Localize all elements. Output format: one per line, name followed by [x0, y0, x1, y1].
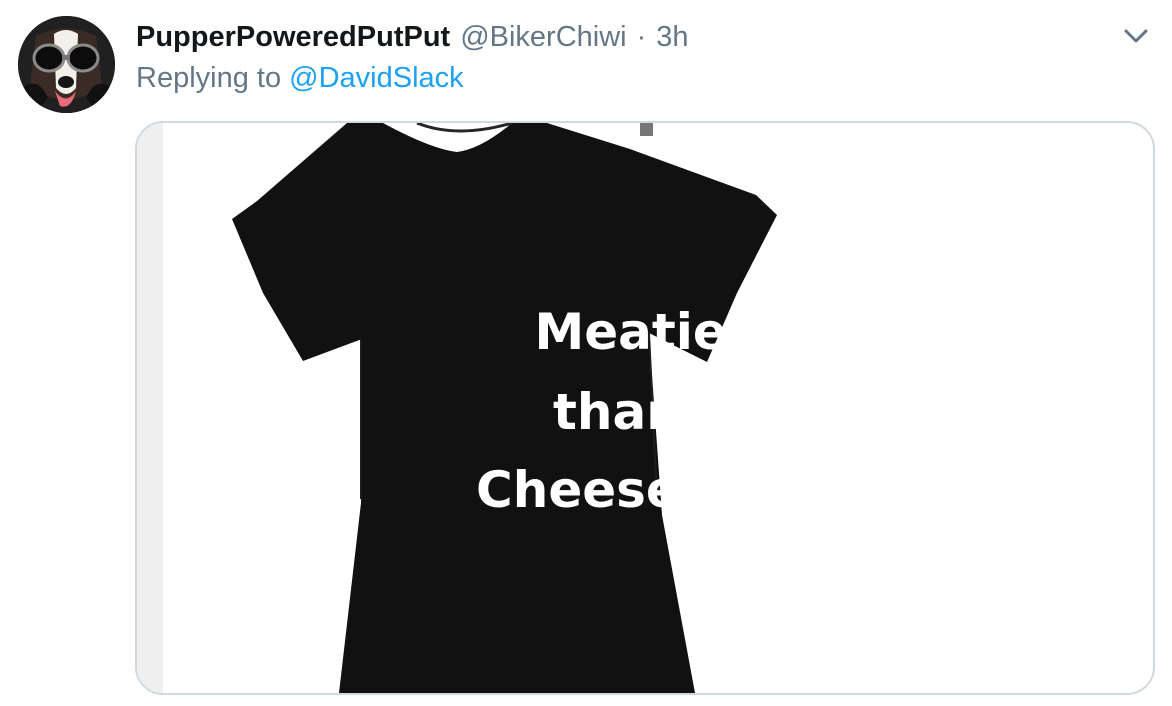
tweet-header: PupperPoweredPutPut @BikerChiwi · 3h: [136, 17, 689, 57]
replying-to-link[interactable]: @DavidSlack: [289, 62, 464, 94]
replying-to-label: Replying to: [136, 62, 282, 94]
user-handle[interactable]: @BikerChiwi: [460, 17, 626, 57]
dog-avatar-image: [18, 16, 115, 113]
chevron-down-icon[interactable]: [1121, 23, 1151, 49]
shirt-line: Meatier: [534, 303, 752, 361]
display-name[interactable]: PupperPoweredPutPut: [136, 17, 450, 57]
avatar[interactable]: [18, 16, 115, 113]
shirt-line: Cheese Puff: [476, 461, 810, 519]
tweet: PupperPoweredPutPut @BikerChiwi · 3h Rep…: [0, 0, 1172, 706]
separator-dot: ·: [636, 21, 647, 53]
tweet-time[interactable]: 3h: [656, 17, 688, 57]
shirt-line: than a: [553, 383, 733, 441]
replying-to-line: Replying to @DavidSlack: [136, 58, 464, 98]
tweet-image[interactable]: Meatier than a Cheese Puff: [135, 121, 1155, 695]
